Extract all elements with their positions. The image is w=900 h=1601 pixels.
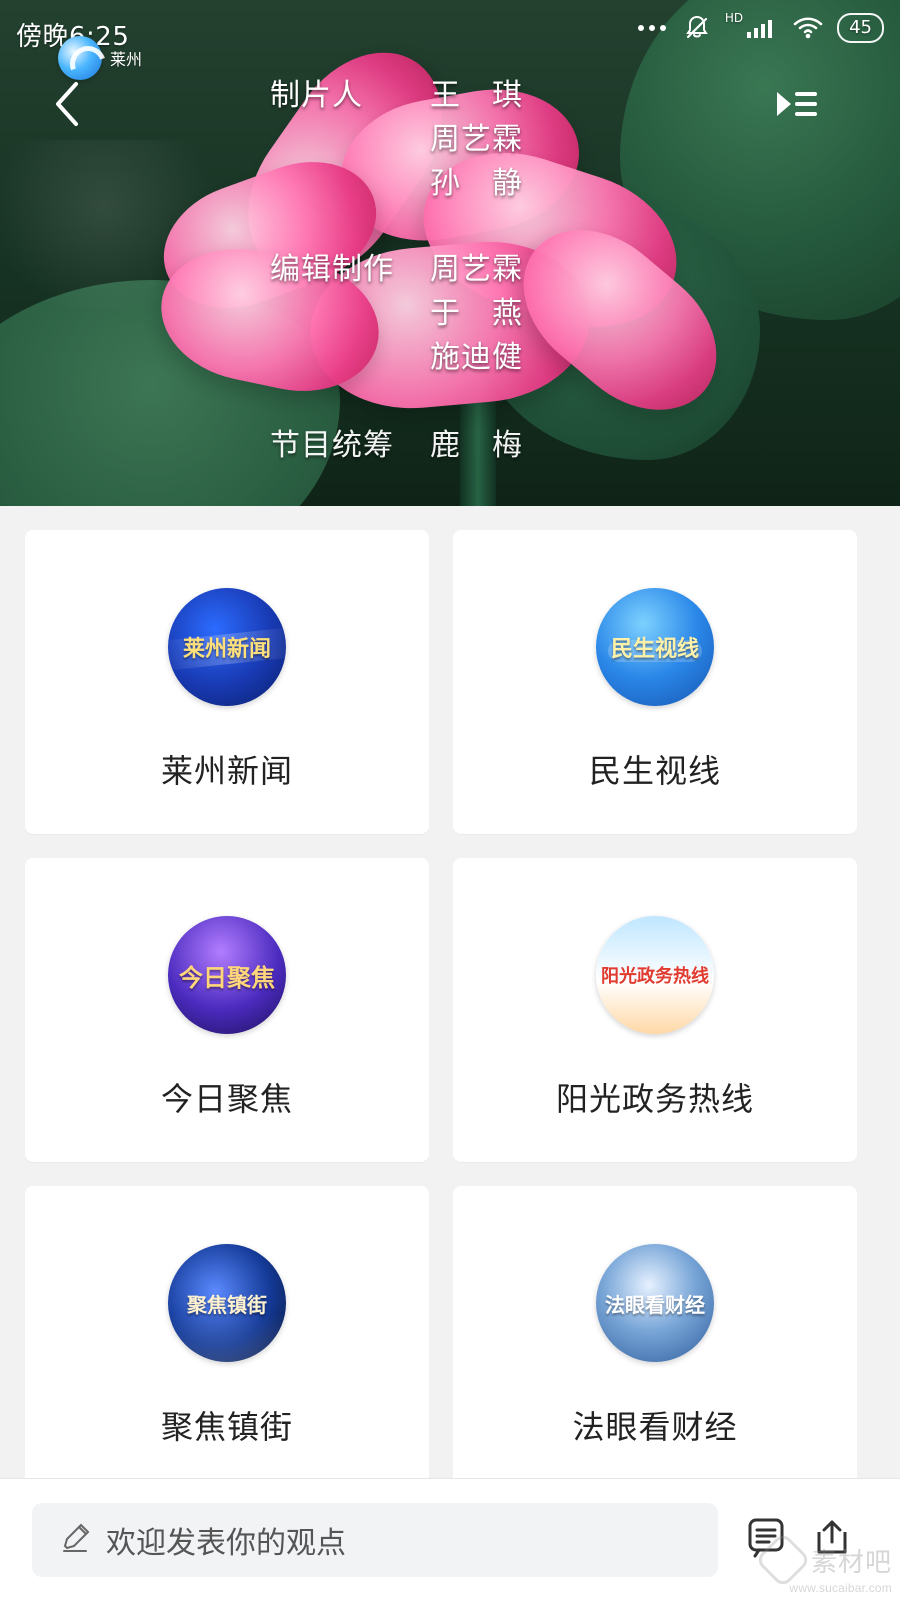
comment-input[interactable]: 欢迎发表你的观点 [32,1503,718,1577]
credit-name: 周艺霖 [430,253,523,286]
credit-line: 施迪健 [270,332,570,376]
program-thumbnail-text: 民生视线 [610,636,699,661]
share-icon [809,1514,855,1564]
video-credits: 制片人 王 琪 周艺霖 孙 静 编辑制作 周艺霖 于 燕 施迪健 节目统筹 鹿 … [270,70,570,462]
program-title: 阳光政务热线 [555,1081,754,1117]
program-thumbnail: 莱州新闻 [168,588,286,706]
credit-line: 节目统筹 鹿 梅 [270,420,570,464]
program-title: 莱州新闻 [160,753,293,789]
wifi-icon [791,12,825,44]
credit-name: 王 琪 [430,79,523,112]
video-player[interactable]: 傍晚6:25 HD [0,0,900,506]
program-title: 聚焦镇街 [160,1409,293,1445]
share-button[interactable] [802,1509,862,1569]
credit-name: 于 燕 [430,297,523,330]
credit-line: 周艺霖 [270,114,570,158]
program-title: 法眼看财经 [572,1409,738,1445]
program-thumbnail-text: 聚焦镇街 [187,1294,267,1317]
silent-bell-icon [681,12,713,44]
watermark: 素材吧 www.sucaibar.com [702,1525,892,1595]
credit-name: 施迪健 [430,341,523,374]
battery-indicator: 45 [837,13,884,43]
channel-logo: 莱州 [58,36,142,80]
chevron-left-icon [48,76,88,136]
program-thumbnail: 民生视线 [596,588,714,706]
battery-level: 45 [849,17,872,38]
playlist-button[interactable] [764,78,828,134]
program-thumbnail-text: 阳光政务热线 [601,966,709,986]
program-card[interactable]: 阳光政务热线 阳光政务热线 [453,858,857,1162]
channel-logo-icon [58,36,102,80]
program-thumbnail: 法眼看财经 [596,1244,714,1362]
credit-role: 节目统筹 [270,429,394,462]
program-thumbnail: 阳光政务热线 [596,916,714,1034]
program-card[interactable]: 莱州新闻 莱州新闻 [25,530,429,834]
credit-role: 编辑制作 [270,253,394,286]
program-card[interactable]: 民生视线 民生视线 [453,530,857,834]
comment-list-icon [743,1514,789,1564]
hd-label: HD [724,11,744,25]
comments-button[interactable] [736,1509,796,1569]
watermark-url: www.sucaibar.com [789,1581,892,1595]
pencil-icon [58,1521,92,1559]
playlist-icon [771,84,821,128]
comment-bar: 欢迎发表你的观点 素材吧 www.sucaibar.com [0,1478,900,1601]
hd-signal-icon: HD [724,11,779,44]
credit-line: 于 燕 [270,288,570,332]
credit-name: 孙 静 [430,167,523,200]
credit-role: 制片人 [270,79,363,112]
program-title: 民生视线 [588,753,721,789]
program-list: 莱州新闻 莱州新闻 民生视线 民生视线 今日聚焦 今日聚焦 阳光政务热线 阳光政… [0,506,900,1490]
program-thumbnail: 聚焦镇街 [168,1244,286,1362]
program-thumbnail-text: 莱州新闻 [182,636,271,661]
program-grid: 莱州新闻 莱州新闻 民生视线 民生视线 今日聚焦 今日聚焦 阳光政务热线 阳光政… [25,530,875,1490]
credit-line: 孙 静 [270,158,570,202]
program-thumbnail: 今日聚焦 [168,916,286,1034]
credit-line: 编辑制作 周艺霖 [270,244,570,288]
back-button[interactable] [40,78,96,134]
credit-name: 鹿 梅 [430,429,523,462]
program-title: 今日聚焦 [160,1081,293,1117]
program-thumbnail-text: 法眼看财经 [605,1294,705,1317]
credit-name: 周艺霖 [430,123,523,156]
status-right-icons: HD 45 [635,11,884,44]
comment-placeholder: 欢迎发表你的观点 [106,1527,346,1560]
water-reflection [0,140,260,310]
channel-logo-text: 莱州 [110,50,143,69]
program-thumbnail-text: 今日聚焦 [179,964,275,992]
program-card[interactable]: 聚焦镇街 聚焦镇街 [25,1186,429,1490]
more-dots-icon [635,12,669,44]
program-card[interactable]: 法眼看财经 法眼看财经 [453,1186,857,1490]
credit-gap [270,202,570,244]
credit-gap [270,376,570,418]
credit-line: 制片人 王 琪 [270,70,570,114]
program-card[interactable]: 今日聚焦 今日聚焦 [25,858,429,1162]
